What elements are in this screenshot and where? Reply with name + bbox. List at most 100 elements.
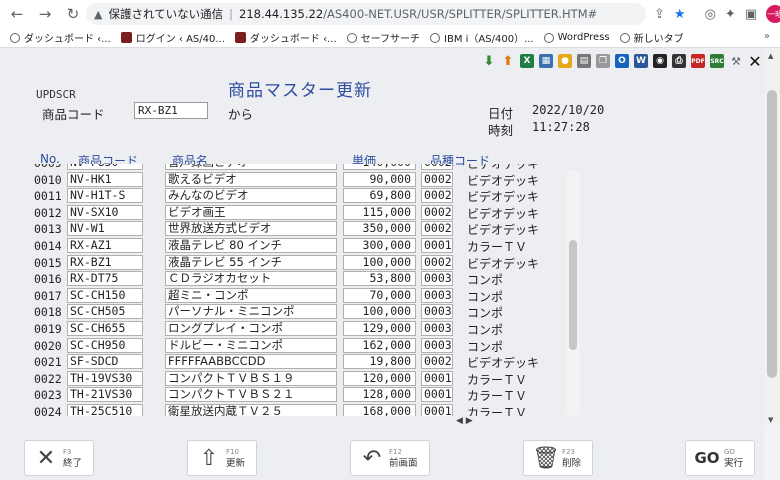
product-code-field[interactable]: RX-BZ1: [67, 254, 143, 270]
bookmark-item[interactable]: 新しいタブ: [619, 30, 684, 45]
print-icon[interactable]: ⎙: [672, 54, 686, 68]
image-icon[interactable]: ▦: [539, 54, 553, 68]
unit-price-field[interactable]: 129,000: [343, 321, 416, 336]
product-name-field[interactable]: ビデオ画王: [165, 204, 337, 220]
product-code-field[interactable]: NV-HK1: [67, 171, 143, 187]
kind-code-field[interactable]: 0001: [421, 370, 453, 386]
product-name-field[interactable]: コンパクトＴＶＢＳ２１: [165, 387, 337, 403]
kind-code-field[interactable]: 0001: [421, 404, 453, 416]
product-code-field[interactable]: NV-H1T-S: [67, 188, 143, 204]
kind-code-field[interactable]: 0003: [421, 304, 453, 320]
kind-code-field[interactable]: 0002: [421, 254, 453, 270]
product-name-field[interactable]: ドルビー・ミニコンポ: [165, 337, 337, 353]
kind-code-field[interactable]: 0002: [421, 164, 453, 170]
exit-button[interactable]: ✕ F3 終了: [24, 440, 94, 476]
product-name-field[interactable]: 液晶テレビ 80 インチ: [165, 238, 337, 253]
unit-price-field[interactable]: 115,000: [343, 204, 416, 220]
back-icon[interactable]: ←: [6, 3, 28, 25]
product-code-field[interactable]: NV-W1: [67, 221, 143, 237]
unit-price-field[interactable]: 162,000: [343, 337, 416, 353]
unit-price-field[interactable]: 19,800: [343, 354, 416, 370]
close-icon[interactable]: ✕: [748, 52, 762, 71]
bookmark-star-icon[interactable]: ★: [674, 7, 686, 22]
reload-icon[interactable]: ↻: [62, 3, 84, 25]
kind-code-field[interactable]: 0001: [421, 238, 453, 253]
grid-scrollbar-thumb[interactable]: [569, 240, 577, 350]
product-name-field[interactable]: 歌えるビデオ: [165, 171, 337, 187]
bookmark-item[interactable]: ダッシュボード ‹...: [234, 30, 337, 45]
kind-code-field[interactable]: 0002: [421, 204, 453, 220]
product-name-field[interactable]: 世界放送方式ビデオ: [165, 221, 337, 237]
execute-button[interactable]: GO GO 実行: [685, 440, 755, 476]
bookmark-item[interactable]: IBM i（AS/400）...: [430, 30, 534, 45]
kind-code-field[interactable]: 0002: [421, 354, 453, 370]
unit-price-field[interactable]: 168,000: [343, 404, 416, 416]
unit-price-field[interactable]: 100,000: [343, 304, 416, 320]
bookmark-item[interactable]: ダッシュボード ‹...: [10, 30, 111, 45]
tool-icon[interactable]: ⚒: [729, 54, 743, 68]
page-scrollbar[interactable]: ▲ ▼: [764, 48, 780, 426]
product-name-field[interactable]: 音声録画ビデオ: [165, 164, 337, 170]
product-code-field[interactable]: NV-F850: [67, 164, 143, 170]
unit-price-field[interactable]: 300,000: [343, 238, 416, 253]
extension-icon[interactable]: ◎: [705, 7, 716, 22]
product-code-field[interactable]: SC-CH950: [67, 337, 143, 353]
unit-price-field[interactable]: 120,000: [343, 370, 416, 386]
unit-price-field[interactable]: 128,000: [343, 387, 416, 403]
unit-price-field[interactable]: 100,000: [343, 254, 416, 270]
grid-scroll-arrows-icon[interactable]: ◀ ▶: [456, 416, 473, 426]
scroll-down-icon[interactable]: ▼: [768, 416, 773, 424]
src-icon[interactable]: SRC: [710, 54, 724, 68]
unit-price-field[interactable]: 70,000: [343, 287, 416, 303]
product-name-field[interactable]: パーソナル・ミニコンポ: [165, 304, 337, 320]
forward-icon[interactable]: →: [34, 3, 56, 25]
share-icon[interactable]: ⇪: [654, 7, 665, 22]
pdf-icon[interactable]: PDF: [691, 54, 705, 68]
product-name-field[interactable]: ＣＤラジオカセット: [165, 271, 337, 287]
product-name-field[interactable]: FFFFFAABBCCDD: [165, 354, 337, 370]
scroll-up-icon[interactable]: ▲: [768, 52, 773, 60]
excel-icon[interactable]: X: [520, 54, 534, 68]
word-icon[interactable]: W: [634, 54, 648, 68]
previous-screen-button[interactable]: ↶ F12 前画面: [350, 440, 430, 476]
document-icon[interactable]: ▤: [577, 54, 591, 68]
warning-icon[interactable]: ▲: [94, 8, 102, 21]
product-name-field[interactable]: 衛星放送内蔵ＴＶ２５: [165, 404, 337, 416]
product-name-field[interactable]: ロングプレイ・コンポ: [165, 321, 337, 336]
product-code-field[interactable]: RX-AZ1: [67, 238, 143, 253]
kind-code-field[interactable]: 0003: [421, 337, 453, 353]
kind-code-field[interactable]: 0002: [421, 171, 453, 187]
outlook-icon[interactable]: O: [615, 54, 629, 68]
product-code-field[interactable]: SC-CH655: [67, 321, 143, 336]
kind-code-field[interactable]: 0002: [421, 221, 453, 237]
unit-price-field[interactable]: 69,800: [343, 188, 416, 204]
page-scrollbar-thumb[interactable]: [767, 90, 777, 378]
bookmark-item[interactable]: WordPress: [543, 32, 610, 43]
kind-code-field[interactable]: 0002: [421, 188, 453, 204]
update-button[interactable]: ⇧ F10 更新: [187, 440, 257, 476]
product-code-field[interactable]: TH-25C510: [67, 404, 143, 416]
camera-icon[interactable]: ◉: [653, 54, 667, 68]
sidepanel-icon[interactable]: ▣: [745, 7, 757, 22]
kind-code-field[interactable]: 0003: [421, 271, 453, 287]
product-name-field[interactable]: 液晶テレビ 55 インチ: [165, 254, 337, 270]
product-code-field[interactable]: SC-CH150: [67, 287, 143, 303]
unit-price-field[interactable]: 90,000: [343, 171, 416, 187]
product-code-field[interactable]: TH-19VS30: [67, 370, 143, 386]
product-name-field[interactable]: 超ミニ・コンポ: [165, 287, 337, 303]
palette-icon[interactable]: ●: [558, 54, 572, 68]
kind-code-field[interactable]: 0003: [421, 287, 453, 303]
puzzle-icon[interactable]: ✦: [725, 7, 736, 22]
code-input[interactable]: RX-BZ1: [134, 102, 208, 119]
delete-button[interactable]: 🗑 F23 削除: [523, 440, 593, 476]
product-code-field[interactable]: NV-SX10: [67, 204, 143, 220]
product-name-field[interactable]: コンパクトＴＶＢＳ１９: [165, 370, 337, 386]
product-name-field[interactable]: みんなのビデオ: [165, 188, 337, 204]
copy-icon[interactable]: ❐: [596, 54, 610, 68]
upload-icon[interactable]: ⬆: [501, 54, 515, 69]
product-code-field[interactable]: RX-DT75: [67, 271, 143, 287]
download-icon[interactable]: ⬇: [482, 54, 496, 69]
bookmarks-more-icon[interactable]: »: [764, 31, 770, 42]
product-code-field[interactable]: TH-21VS30: [67, 387, 143, 403]
product-code-field[interactable]: SC-CH505: [67, 304, 143, 320]
